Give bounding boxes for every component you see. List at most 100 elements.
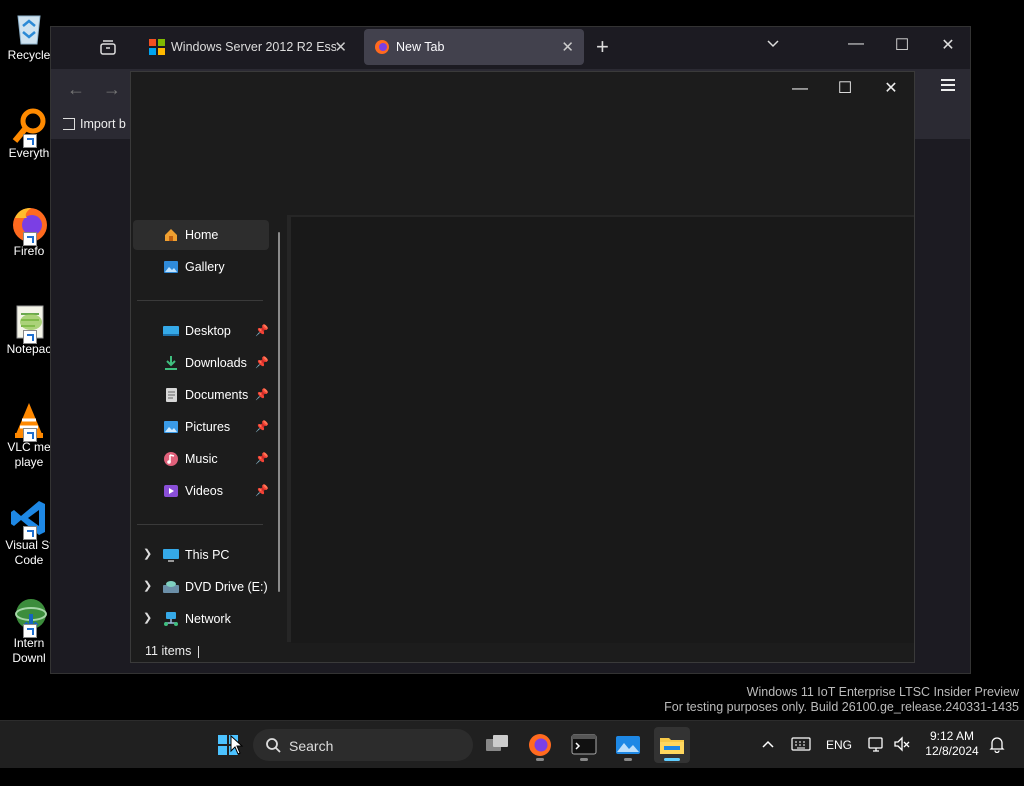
watermark-line1: Windows 11 IoT Enterprise LTSC Insider P… <box>746 685 1019 699</box>
chevron-right-icon[interactable]: ❯ <box>143 611 152 624</box>
nav-item-downloads[interactable]: Downloads 📌 <box>133 348 269 378</box>
nav-item-label: Pictures <box>185 420 231 434</box>
forward-arrow-icon[interactable]: → <box>103 79 121 100</box>
shortcut-arrow-icon <box>23 232 37 246</box>
shortcut-arrow-icon <box>23 526 37 540</box>
content-pane[interactable] <box>291 217 914 643</box>
pin-icon[interactable]: 📌 <box>255 356 269 369</box>
explorer-minimize-button[interactable]: — <box>777 76 823 102</box>
file-explorer-window: — ☐ ✕ Home Gallery Desktop 📌 Downloads 📌… <box>130 71 915 663</box>
nav-item-label: Network <box>185 612 231 626</box>
item-count: 11 items <box>145 644 192 658</box>
explorer-maximize-button[interactable]: ☐ <box>822 76 868 102</box>
nav-item-network[interactable]: ❯ Network <box>133 604 269 634</box>
status-separator <box>198 646 199 658</box>
mouse-cursor-icon <box>230 734 244 760</box>
nav-item-label: Videos <box>185 484 223 498</box>
bell-icon <box>989 737 1005 754</box>
taskbar-search-box[interactable]: Search <box>253 729 473 761</box>
tab-windows-server[interactable]: Windows Server 2012 R2 Essentials ✕ <box>139 29 357 65</box>
taskbar: Search ENG 9:12 AM 12/8/2024 <box>0 720 1024 768</box>
import-bookmarks-button[interactable]: Import b <box>63 117 126 131</box>
task-view-button[interactable] <box>479 727 515 763</box>
nav-item-desktop[interactable]: Desktop 📌 <box>133 316 269 346</box>
clock-time: 9:12 AM <box>929 729 975 743</box>
chevron-down-icon[interactable] <box>767 37 779 49</box>
taskbar-clock[interactable]: 9:12 AM 12/8/2024 <box>920 729 984 759</box>
nav-item-documents[interactable]: Documents 📌 <box>133 380 269 410</box>
clock-date: 12/8/2024 <box>925 744 979 758</box>
separator <box>137 524 263 525</box>
vscode-icon <box>9 498 49 540</box>
nav-item-label: Documents <box>185 388 249 402</box>
nav-item-this-pc[interactable]: ❯ This PC <box>133 540 269 570</box>
volume-button[interactable] <box>893 735 911 783</box>
back-arrow-icon[interactable]: ← <box>67 79 85 100</box>
speaker-muted-icon <box>894 736 910 752</box>
browser-minimize-button[interactable]: — <box>841 35 871 53</box>
chevron-right-icon[interactable]: ❯ <box>143 579 152 592</box>
firefox-view-icon[interactable] <box>99 39 117 55</box>
nav-item-label: Desktop <box>185 324 231 338</box>
watermark-line2: For testing purposes only. Build 26100.g… <box>664 700 1019 714</box>
pin-icon[interactable]: 📌 <box>255 388 269 401</box>
pin-icon[interactable]: 📌 <box>255 420 269 433</box>
nav-item-label: Home <box>185 228 219 242</box>
shortcut-arrow-icon <box>23 330 37 344</box>
language-indicator[interactable]: ENG <box>826 738 852 786</box>
network-status-button[interactable] <box>868 735 886 783</box>
search-icon <box>265 737 281 758</box>
taskbar-image-viewer-button[interactable] <box>610 727 646 763</box>
tab-title: Windows Server 2012 R2 Essentials <box>171 40 336 54</box>
firefox-icon <box>374 39 390 55</box>
search-label: Search <box>289 738 334 754</box>
pictures-icon <box>163 420 179 434</box>
windows-logo-icon <box>149 39 165 55</box>
gallery-icon <box>163 260 179 274</box>
internet-download-manager-icon <box>9 596 49 638</box>
keyboard-icon <box>791 737 811 751</box>
documents-icon <box>163 388 179 402</box>
recycle-bin-icon <box>9 8 49 48</box>
tab-new-tab[interactable]: New Tab ✕ <box>364 29 584 65</box>
chevron-right-icon[interactable]: ❯ <box>143 547 152 560</box>
taskbar-terminal-button[interactable] <box>566 727 602 763</box>
menu-icon[interactable] <box>941 79 955 91</box>
browser-close-button[interactable]: ✕ <box>933 35 963 55</box>
nav-item-dvd-drive[interactable]: ❯ DVD Drive (E:) IR <box>133 572 271 602</box>
nav-scrollbar[interactable] <box>278 232 280 592</box>
firefox-icon <box>9 204 49 246</box>
running-indicator <box>536 758 544 761</box>
dvd-drive-icon <box>163 580 179 594</box>
show-hidden-icons-button[interactable] <box>760 736 776 784</box>
tab-close-icon[interactable]: ✕ <box>561 38 574 56</box>
pin-icon[interactable]: 📌 <box>255 484 269 497</box>
touch-keyboard-button[interactable] <box>791 737 811 785</box>
nav-item-gallery[interactable]: Gallery <box>133 252 269 282</box>
home-icon <box>163 228 179 242</box>
nav-item-label: Downloads <box>185 356 247 370</box>
browser-maximize-button[interactable]: ☐ <box>887 35 917 55</box>
import-icon <box>63 118 75 130</box>
shortcut-arrow-icon <box>23 624 37 638</box>
vlc-icon <box>9 400 49 442</box>
tab-strip: Windows Server 2012 R2 Essentials ✕ New … <box>51 27 970 69</box>
nav-item-home[interactable]: Home <box>133 220 269 250</box>
pin-icon[interactable]: 📌 <box>255 324 269 337</box>
network-icon <box>163 612 179 626</box>
explorer-close-button[interactable]: ✕ <box>868 76 914 102</box>
everything-search-icon <box>9 106 49 148</box>
nav-item-pictures[interactable]: Pictures 📌 <box>133 412 269 442</box>
music-icon <box>163 452 179 466</box>
desktop-folder-icon <box>163 324 179 338</box>
taskbar-file-explorer-button[interactable] <box>654 727 690 763</box>
new-tab-button[interactable]: + <box>596 34 609 60</box>
notepad-plus-plus-icon <box>9 302 49 344</box>
nav-item-music[interactable]: Music 📌 <box>133 444 269 474</box>
notifications-button[interactable] <box>988 735 1006 783</box>
network-icon <box>868 737 883 752</box>
nav-item-videos[interactable]: Videos 📌 <box>133 476 269 506</box>
taskbar-firefox-button[interactable] <box>522 727 558 763</box>
tab-close-icon[interactable]: ✕ <box>334 38 347 56</box>
pin-icon[interactable]: 📌 <box>255 452 269 465</box>
